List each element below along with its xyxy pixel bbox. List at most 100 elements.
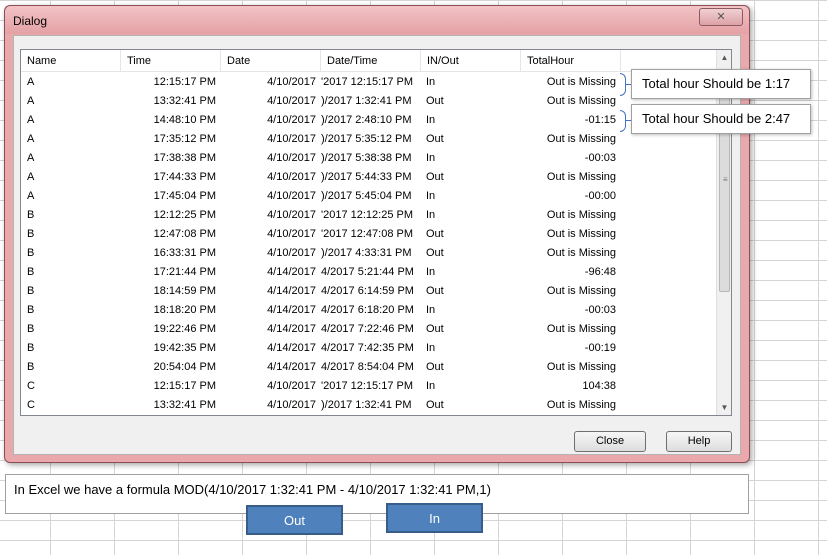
cell-name: B xyxy=(27,285,35,297)
cell-datetime-text: )/2017 2:48:10 PM xyxy=(321,114,412,126)
cell-datetime: 4/2017 6:14:59 PM xyxy=(321,282,421,301)
cell-time: 16:33:31 PM xyxy=(153,247,216,259)
cell-datetime: )/2017 5:35:12 PM xyxy=(321,130,421,149)
cell-name: A xyxy=(27,95,35,107)
cell-datetime: 4/2017 6:18:20 PM xyxy=(321,301,421,320)
cell-time: 17:45:04 PM xyxy=(153,190,216,202)
bracket-2 xyxy=(620,110,626,132)
close-button[interactable]: Close xyxy=(574,431,646,452)
table-row[interactable]: B 19:42:35 PM 4/14/2017 4/2017 7:42:35 PM In… xyxy=(21,339,718,358)
cell-datetime: '2017 12:15:17 PM xyxy=(321,73,421,92)
cell-time: 19:22:46 PM xyxy=(153,323,216,335)
cell-inout: In xyxy=(426,152,436,164)
cell-inout: Out xyxy=(426,361,444,373)
column-header-date[interactable]: Date xyxy=(221,50,321,72)
cell-inout: Out xyxy=(426,399,444,411)
column-header-inout[interactable]: IN/Out xyxy=(421,50,521,72)
column-header-totalhour[interactable]: TotalHour xyxy=(521,50,621,72)
cell-totalhour: Out is Missing xyxy=(546,285,616,297)
close-icon[interactable]: ✕ xyxy=(699,8,743,26)
cell-inout: In xyxy=(426,114,436,126)
listview-rows: A 12:15:17 PM 4/10/2017 '2017 12:15:17 PM In… xyxy=(21,73,718,415)
cell-inout: In xyxy=(426,266,436,278)
scroll-up-icon[interactable]: ▲ xyxy=(717,50,731,65)
cell-time: 12:12:25 PM xyxy=(153,209,216,221)
cell-date: 4/10/2017 xyxy=(267,380,316,392)
cell-name: A xyxy=(27,190,35,202)
out-shape-button[interactable]: Out xyxy=(246,505,343,535)
table-row[interactable]: B 18:14:59 PM 4/14/2017 4/2017 6:14:59 PM Ou… xyxy=(21,282,718,301)
cell-date: 4/10/2017 xyxy=(267,228,316,240)
cell-name: B xyxy=(27,304,35,316)
table-row[interactable]: A 14:48:10 PM 4/10/2017 )/2017 2:48:10 PM In… xyxy=(21,111,718,130)
cell-time: 12:47:08 PM xyxy=(153,228,216,240)
table-row[interactable]: B 12:47:08 PM 4/10/2017 '2017 12:47:08 PM Ou… xyxy=(21,225,718,244)
cell-date: 4/14/2017 xyxy=(267,342,316,354)
cell-time: 12:15:17 PM xyxy=(153,380,216,392)
cell-totalhour: -96:48 xyxy=(584,266,616,278)
cell-datetime: '2017 12:15:17 PM xyxy=(321,377,421,396)
table-row[interactable]: B 16:33:31 PM 4/10/2017)/2017 4:33:31 PM Ou… xyxy=(21,244,718,263)
cell-totalhour: -01:15 xyxy=(584,114,616,126)
table-row[interactable]: B 17:21:44 PM 4/14/2017 4/2017 5:21:44 PM In… xyxy=(21,263,718,282)
help-button[interactable]: Help xyxy=(666,431,732,452)
cell-name: B xyxy=(27,228,35,240)
cell-time: 12:15:17 PM xyxy=(153,76,216,88)
cell-time: 20:54:04 PM xyxy=(153,361,216,373)
title-bar[interactable]: Dialog ✕ xyxy=(5,6,749,34)
cell-totalhour: 104:38 xyxy=(582,380,616,392)
cell-inout: In xyxy=(426,304,436,316)
dialog-title: Dialog xyxy=(13,14,48,28)
column-header-datetime[interactable]: Date/Time xyxy=(321,50,421,72)
in-shape-button[interactable]: In xyxy=(386,503,483,533)
table-row[interactable]: C 12:15:17 PM 4/10/2017 '2017 12:15:17 PM In… xyxy=(21,377,718,396)
cell-time: 18:18:20 PM xyxy=(153,304,216,316)
cell-date: 4/10/2017 xyxy=(267,190,316,202)
table-row[interactable]: A 17:38:38 PM 4/10/2017)/2017 5:38:38 PM In… xyxy=(21,149,718,168)
scroll-down-icon[interactable]: ▼ xyxy=(717,400,731,415)
table-row[interactable]: A 17:35:12 PM 4/10/2017)/2017 5:35:12 PM Ou… xyxy=(21,130,718,149)
cell-name: B xyxy=(27,266,35,278)
table-row[interactable]: B 12:12:25 PM 4/10/2017 '2017 12:12:25 PM In… xyxy=(21,206,718,225)
cell-inout: Out xyxy=(426,171,444,183)
cell-datetime-text: '2017 12:12:25 PM xyxy=(321,209,414,221)
cell-time: 14:48:10 PM xyxy=(153,114,216,126)
cell-datetime-text: '2017 12:15:17 PM xyxy=(321,380,414,392)
cell-datetime-text: )/2017 5:38:38 PM xyxy=(321,152,412,164)
cell-datetime-text: '2017 12:47:08 PM xyxy=(321,228,414,240)
cell-datetime-text: 4/2017 7:42:35 PM xyxy=(321,342,414,354)
cell-inout: Out xyxy=(426,247,444,259)
grip-icon: ≡ xyxy=(723,175,728,184)
cell-datetime: )/2017 5:45:04 PM xyxy=(321,187,421,206)
cell-time: 13:32:41 PM xyxy=(153,95,216,107)
table-row[interactable]: A 13:32:41 PM 4/10/2017)/2017 1:32:41 PM Ou… xyxy=(21,92,718,111)
cell-date: 4/14/2017 xyxy=(267,361,316,373)
cell-totalhour: Out is Missing xyxy=(546,247,616,259)
cell-inout: In xyxy=(426,342,436,354)
cell-date: 4/10/2017 xyxy=(267,114,316,126)
cell-inout: Out xyxy=(426,95,444,107)
cell-totalhour: Out is Missing xyxy=(546,228,616,240)
cell-date: 4/10/2017 xyxy=(267,247,316,259)
table-row[interactable]: B 20:54:04 PM 4/14/2017 4/2017 8:54:04 PM Ou… xyxy=(21,358,718,377)
cell-name: A xyxy=(27,114,35,126)
column-header-time[interactable]: Time xyxy=(121,50,221,72)
records-listview[interactable]: Name Time Date Date/Time IN/Out TotalHou… xyxy=(20,49,732,416)
table-row[interactable]: B 18:18:20 PM 4/14/2017 4/2017 6:18:20 PM In… xyxy=(21,301,718,320)
cell-date: 4/14/2017 xyxy=(267,323,316,335)
cell-inout: Out xyxy=(426,133,444,145)
cell-datetime: )/2017 1:32:41 PM xyxy=(321,92,421,111)
column-header-name[interactable]: Name xyxy=(21,50,121,72)
cell-date: 4/14/2017 xyxy=(267,266,316,278)
table-row[interactable]: B 19:22:46 PM 4/14/2017 4/2017 7:22:46 PM Ou… xyxy=(21,320,718,339)
cell-inout: In xyxy=(426,380,436,392)
table-row[interactable]: A 17:44:33 PM 4/10/2017)/2017 5:44:33 PM Ou… xyxy=(21,168,718,187)
cell-datetime-text: '2017 12:15:17 PM xyxy=(321,76,414,88)
table-row[interactable]: C 13:32:41 PM 4/10/2017)/2017 1:32:41 PM Ou… xyxy=(21,396,718,415)
table-row[interactable]: A 12:15:17 PM 4/10/2017 '2017 12:15:17 PM In… xyxy=(21,73,718,92)
cell-date: 4/10/2017 xyxy=(267,399,316,411)
cell-totalhour: Out is Missing xyxy=(546,323,616,335)
table-row[interactable]: A 17:45:04 PM 4/10/2017)/2017 5:45:04 PM In… xyxy=(21,187,718,206)
cell-time: 19:42:35 PM xyxy=(153,342,216,354)
cell-datetime-text: )/2017 5:35:12 PM xyxy=(321,133,412,145)
